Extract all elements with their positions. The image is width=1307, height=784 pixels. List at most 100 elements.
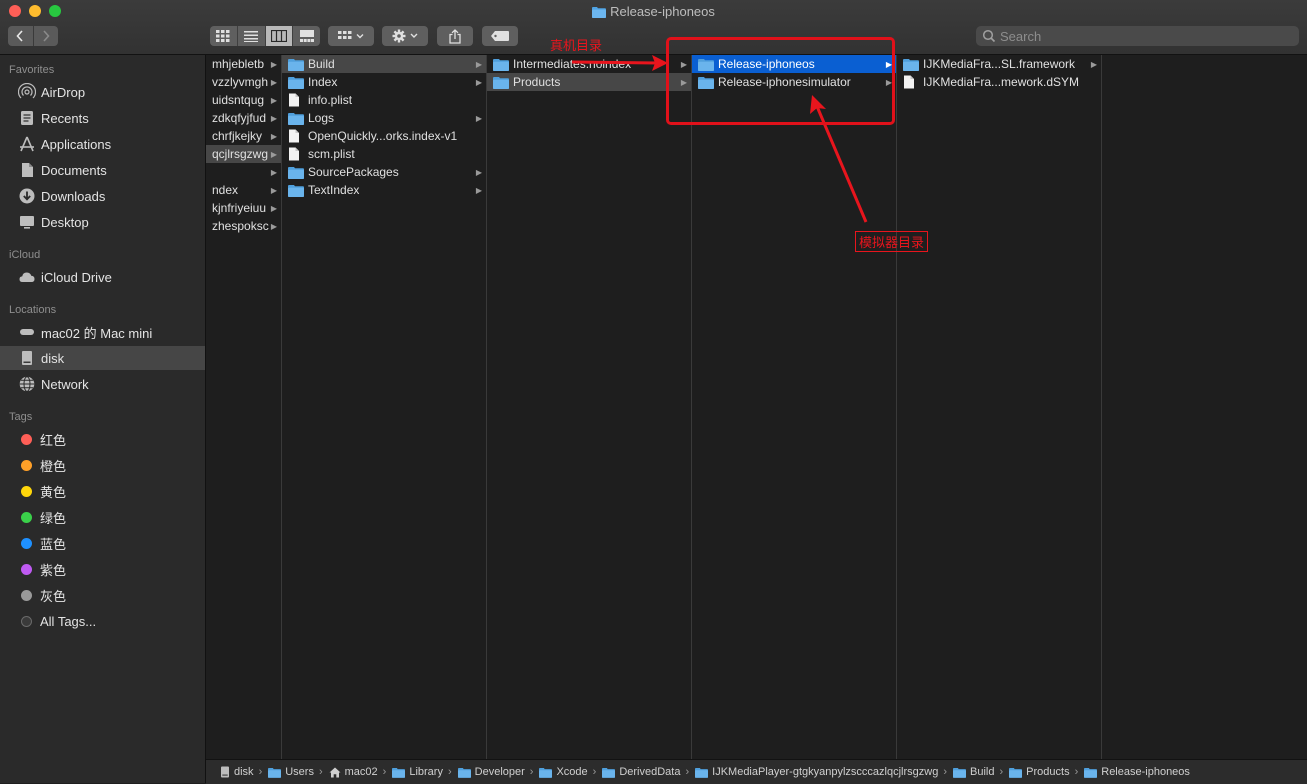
sidebar-tag-item[interactable]: 黄色 bbox=[0, 479, 205, 503]
path-separator-icon: › bbox=[447, 766, 452, 778]
sidebar-item-applications[interactable]: Applications bbox=[0, 132, 205, 156]
path-crumb[interactable]: Xcode › bbox=[539, 766, 596, 778]
forward-button[interactable] bbox=[32, 26, 59, 46]
column-0[interactable]: mhjebletb ▶ vzzlyvmgh ▶ uidsntqug ▶ zdkqfyjfud… bbox=[206, 55, 282, 759]
tags-section-title: Tags bbox=[9, 411, 33, 423]
sidebar-item-disk[interactable]: disk bbox=[0, 346, 205, 370]
sidebar-item-mac-mini[interactable]: mac02 的 Mac mini bbox=[0, 320, 205, 344]
folder-row[interactable]: Build ▶ bbox=[282, 55, 486, 73]
list-view-button[interactable] bbox=[236, 26, 265, 46]
column-products[interactable]: Release-iphoneos ▶ Release-iphonesimulator… bbox=[692, 55, 897, 759]
folder-row[interactable]: vzzlyvmgh ▶ bbox=[206, 73, 281, 91]
sidebar-item-label: 蓝色 bbox=[40, 536, 67, 552]
sidebar-item-downloads[interactable]: Downloads bbox=[0, 184, 205, 208]
folder-row[interactable]: TextIndex ▶ bbox=[282, 181, 486, 199]
gallery-view-button[interactable] bbox=[292, 26, 320, 46]
folder-icon bbox=[288, 165, 304, 179]
path-crumb-label: Products bbox=[1026, 766, 1070, 778]
action-button[interactable] bbox=[382, 26, 428, 46]
folder-icon bbox=[1009, 767, 1023, 778]
folder-row[interactable]: uidsntqug ▶ bbox=[206, 91, 281, 109]
column-view-button[interactable] bbox=[264, 26, 293, 46]
tag-color-dot-icon bbox=[21, 485, 32, 497]
path-crumb[interactable]: Users › bbox=[268, 766, 323, 778]
path-crumb[interactable]: Release-iphoneos bbox=[1084, 766, 1190, 778]
column-empty[interactable] bbox=[1102, 55, 1307, 759]
item-name: qcjlrsgzwg bbox=[212, 147, 269, 161]
folder-row[interactable]: zdkqfyjfud ▶ bbox=[206, 109, 281, 127]
documents-icon bbox=[18, 161, 36, 179]
sidebar-tag-item[interactable]: 红色 bbox=[0, 427, 205, 451]
network-icon bbox=[18, 375, 36, 393]
path-crumb[interactable]: Library › bbox=[392, 766, 452, 778]
column-build[interactable]: Intermediates.noindex ▶ Products ▶ bbox=[487, 55, 692, 759]
sidebar-tag-item[interactable]: 绿色 bbox=[0, 505, 205, 529]
path-crumb[interactable]: disk › bbox=[220, 766, 262, 778]
share-button[interactable] bbox=[437, 26, 473, 46]
item-name: Products bbox=[513, 75, 561, 89]
item-name: uidsntqug bbox=[212, 93, 265, 107]
folder-row[interactable]: IJKMediaFra...SL.framework ▶ bbox=[897, 55, 1101, 73]
path-crumb[interactable]: DerivedData › bbox=[602, 766, 689, 778]
tag-color-dot-icon bbox=[21, 459, 32, 471]
desktop-icon bbox=[18, 213, 36, 231]
folder-row[interactable]: qcjlrsgzwg ▶ bbox=[206, 145, 281, 163]
sidebar-item-airdrop[interactable]: AirDrop bbox=[0, 80, 205, 104]
sidebar-item-desktop[interactable]: Desktop bbox=[0, 210, 205, 234]
folder-row[interactable]: Products ▶ bbox=[487, 73, 691, 91]
file-row[interactable]: info.plist bbox=[282, 91, 486, 109]
file-row[interactable]: IJKMediaFra...mework.dSYM bbox=[897, 73, 1101, 91]
folder-row[interactable]: ▶ bbox=[206, 163, 281, 181]
group-by-button[interactable] bbox=[328, 26, 374, 46]
disclosure-arrow-icon: ▶ bbox=[270, 113, 278, 123]
path-crumb[interactable]: Build › bbox=[953, 766, 1003, 778]
folder-row[interactable]: ndex ▶ bbox=[206, 181, 281, 199]
path-crumb[interactable]: mac02 › bbox=[329, 766, 387, 778]
sidebar-tag-item[interactable]: 灰色 bbox=[0, 583, 205, 607]
folder-icon bbox=[1084, 767, 1098, 778]
path-crumb[interactable]: Developer › bbox=[457, 766, 533, 778]
folder-row[interactable]: mhjebletb ▶ bbox=[206, 55, 281, 73]
folder-row[interactable]: zhespoksc ▶ bbox=[206, 217, 281, 235]
list-view-icon bbox=[244, 31, 259, 42]
path-crumb[interactable]: Products › bbox=[1009, 766, 1078, 778]
item-name: Build bbox=[308, 57, 335, 71]
back-button[interactable] bbox=[8, 26, 33, 46]
icon-view-button[interactable] bbox=[210, 26, 237, 46]
downloads-icon bbox=[18, 187, 36, 205]
sidebar-item-label: iCloud Drive bbox=[41, 269, 112, 285]
sidebar-item-label: Recents bbox=[41, 110, 89, 126]
disclosure-arrow-icon: ▶ bbox=[475, 113, 483, 123]
sidebar-tag-item[interactable]: 紫色 bbox=[0, 557, 205, 581]
search-field[interactable] bbox=[976, 26, 1299, 46]
tag-color-dot-icon bbox=[21, 511, 32, 523]
folder-row[interactable]: kjnfriyeiuu ▶ bbox=[206, 199, 281, 217]
sidebar-tag-item[interactable]: 橙色 bbox=[0, 453, 205, 477]
sidebar-item-network[interactable]: Network bbox=[0, 372, 205, 396]
sidebar-item-label: 紫色 bbox=[40, 562, 67, 578]
sidebar-item-documents[interactable]: Documents bbox=[0, 158, 205, 182]
sidebar-tag-item[interactable]: All Tags... bbox=[0, 609, 205, 633]
column-build-parent[interactable]: Build ▶ Index ▶ info.plist Logs ▶ OpenQuickly..… bbox=[282, 55, 487, 759]
path-crumb[interactable]: IJKMediaPlayer-gtgkyanpylzscccazlqcjlrsg… bbox=[695, 766, 947, 778]
sidebar-item-icloud-drive[interactable]: iCloud Drive bbox=[0, 265, 205, 289]
path-separator-icon: › bbox=[382, 766, 387, 778]
search-input[interactable] bbox=[1000, 28, 1290, 44]
folder-row[interactable]: chrfjkejky ▶ bbox=[206, 127, 281, 145]
folder-row[interactable]: Logs ▶ bbox=[282, 109, 486, 127]
disclosure-arrow-icon: ▶ bbox=[270, 149, 278, 159]
window-title: Release-iphoneos bbox=[0, 4, 1307, 21]
file-row[interactable]: scm.plist bbox=[282, 145, 486, 163]
folder-row[interactable]: Intermediates.noindex ▶ bbox=[487, 55, 691, 73]
folder-row[interactable]: Index ▶ bbox=[282, 73, 486, 91]
item-name: OpenQuickly...orks.index-v1 bbox=[308, 129, 458, 143]
sidebar-tag-item[interactable]: 蓝色 bbox=[0, 531, 205, 555]
file-row[interactable]: OpenQuickly...orks.index-v1 bbox=[282, 127, 486, 145]
path-crumb-label: DerivedData bbox=[619, 766, 681, 778]
sidebar-item-recents[interactable]: Recents bbox=[0, 106, 205, 130]
sidebar-item-label: 黄色 bbox=[40, 484, 67, 500]
folder-row[interactable]: SourcePackages ▶ bbox=[282, 163, 486, 181]
tags-button[interactable] bbox=[482, 26, 518, 46]
file-icon bbox=[903, 75, 919, 89]
column-release-iphoneos[interactable]: IJKMediaFra...SL.framework ▶ IJKMediaFra..… bbox=[897, 55, 1102, 759]
